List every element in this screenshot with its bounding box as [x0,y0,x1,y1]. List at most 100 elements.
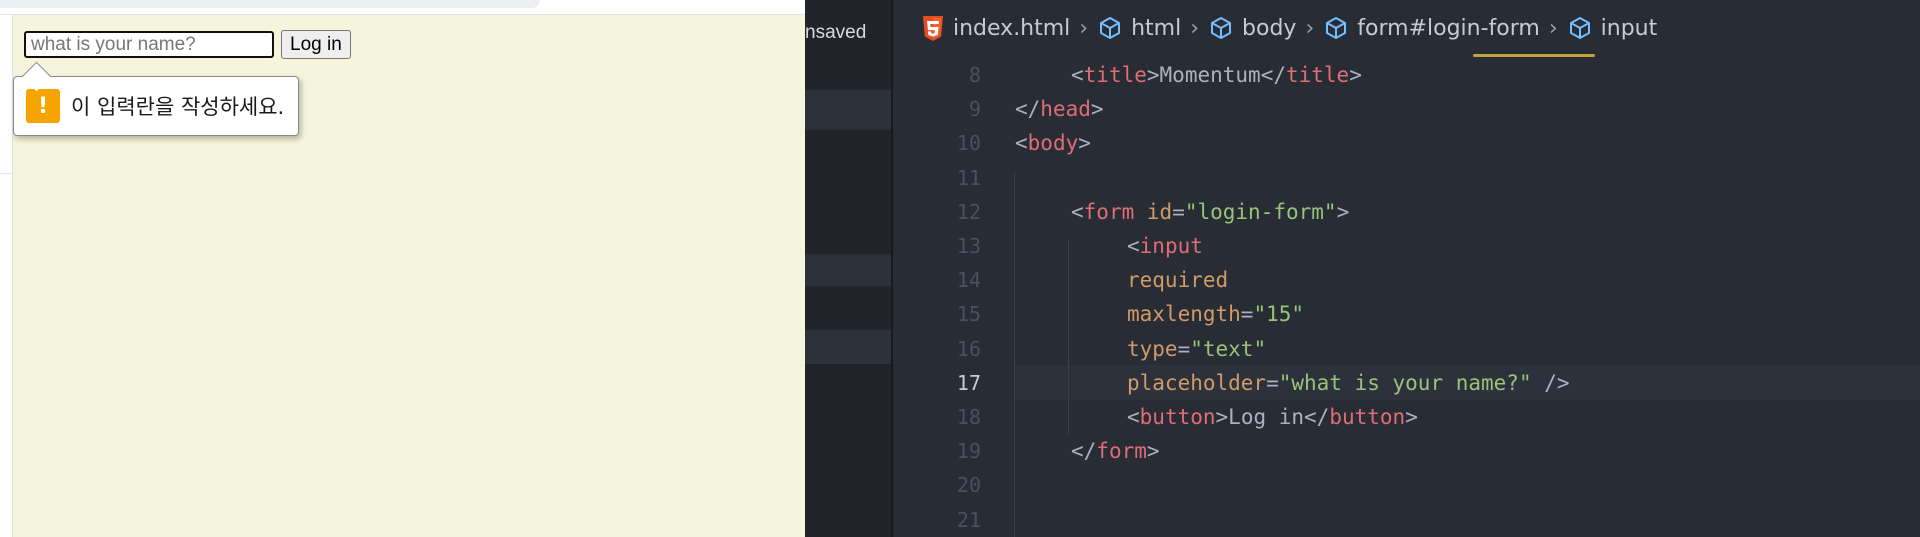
unsaved-label: nsaved [805,22,867,43]
code-line[interactable]: </head> [1015,92,1104,126]
code-token: > [1349,63,1362,87]
code-line[interactable]: <body> [1015,126,1091,160]
browser-window: Log in ! 이 입력란을 작성하세요. [0,0,805,537]
code-token: </ [1304,405,1330,429]
code-token: = [1240,302,1254,327]
line-number: 8 [968,63,981,87]
code-token: type [1127,336,1178,361]
code-token: = [1177,336,1191,361]
line-number: 17 [956,370,981,395]
code-token: </ [1015,97,1041,122]
code-token: < [1127,405,1140,429]
code-line[interactable]: required [1127,263,1228,297]
code-line[interactable]: </form> [1071,434,1160,468]
code-token: = [1172,199,1185,224]
chevron-right-icon: › [1548,15,1558,41]
breadcrumb-label: html [1131,15,1182,41]
code-token: "15" [1253,302,1305,327]
tooltip-arrow [21,61,52,92]
code-line[interactable]: type="text" [1127,332,1266,366]
code-token: < [1071,63,1084,87]
line-number: 15 [956,302,981,327]
code-token: < [1127,234,1140,258]
side-strip-divider [0,173,12,174]
page-viewport: Log in ! 이 입력란을 작성하세요. [13,15,805,537]
line-number: 16 [956,336,981,361]
code-token: </ [1260,63,1286,87]
login-form: Log in [24,30,351,59]
code-token: input [1139,234,1203,258]
chevron-right-icon: › [1190,15,1200,41]
line-number: 21 [956,507,981,532]
line-number: 19 [956,439,981,464]
validation-message: 이 입력란을 작성하세요. [71,95,285,119]
breadcrumb-label: form#login-form [1357,15,1540,41]
validation-tooltip: ! 이 입력란을 작성하세요. [13,61,300,136]
line-number: 11 [956,165,981,190]
browser-side-strip [0,15,13,537]
code-token: Momentum [1159,63,1261,87]
side-panel-row[interactable] [805,90,891,130]
cube-icon [1323,15,1349,41]
code-token: < [1015,131,1028,156]
code-line[interactable]: <form id="login-form"> [1071,195,1349,229]
browser-tab[interactable] [0,0,540,8]
line-number: 20 [956,473,981,498]
code-line[interactable]: maxlength="15" [1127,297,1304,331]
code-line[interactable]: placeholder="what is your name?" /> [1127,366,1570,400]
code-token: placeholder [1127,370,1267,395]
code-token: > [1146,63,1160,87]
code-token: Log in [1228,405,1305,429]
code-token: required [1127,268,1229,293]
side-panel-row[interactable] [805,330,891,364]
breadcrumb-item[interactable]: input [1567,15,1658,41]
code-token: form [1096,439,1147,464]
code-token: maxlength [1127,302,1241,327]
code-token: = [1266,370,1279,395]
line-number: 14 [956,268,981,293]
code-line[interactable]: <title>Momentum</title> [1071,58,1362,92]
code-token: < [1071,199,1084,224]
html5-icon [921,15,945,41]
login-button[interactable]: Log in [281,30,351,59]
line-number: 12 [956,199,981,224]
breadcrumb-label: input [1600,15,1658,41]
breadcrumb-item[interactable]: html [1097,15,1181,41]
indent-guide [1068,240,1069,435]
code-line[interactable]: <button>Log in</button> [1127,400,1418,434]
cube-icon [1567,15,1593,41]
editor-side-panel: nsaved [805,0,891,537]
code-token: > [1078,131,1091,156]
breadcrumb-label: index.html [953,15,1071,41]
side-panel-row[interactable] [805,254,891,286]
code-token: id [1146,199,1173,224]
breadcrumb-label: body [1242,15,1297,41]
line-number: 10 [956,131,981,156]
code-token: title [1285,63,1350,87]
browser-tab-strip [0,0,805,15]
code-line[interactable]: <input [1127,229,1203,263]
breadcrumb-item[interactable]: index.html [921,15,1070,41]
breadcrumb-highlight [1473,54,1595,57]
name-input[interactable] [24,31,274,58]
code-token: > [1146,439,1160,464]
code-token: "text" [1190,336,1267,361]
line-number-gutter: 8 9 10 11 12 13 14 15 16 17 18 19 20 21 [893,56,981,537]
line-number: 13 [956,234,981,258]
line-number: 9 [968,97,981,122]
code-token: "login-form" [1184,199,1337,224]
code-token: "what is your name?" [1278,370,1532,395]
code-token: > [1405,405,1418,429]
chevron-right-icon: › [1305,15,1315,41]
breadcrumb-item[interactable]: form#login-form [1323,15,1540,41]
code-token: </ [1071,439,1097,464]
code-token: form [1083,199,1135,224]
code-editor: index.html › html › body › form#login-form › inp… [893,0,1920,537]
code-token: button [1329,405,1406,429]
indent-guide [1014,172,1015,537]
cube-icon [1097,15,1123,41]
breadcrumb-item[interactable]: body [1208,15,1296,41]
line-number: 18 [956,405,981,429]
code-token: body [1027,131,1079,156]
